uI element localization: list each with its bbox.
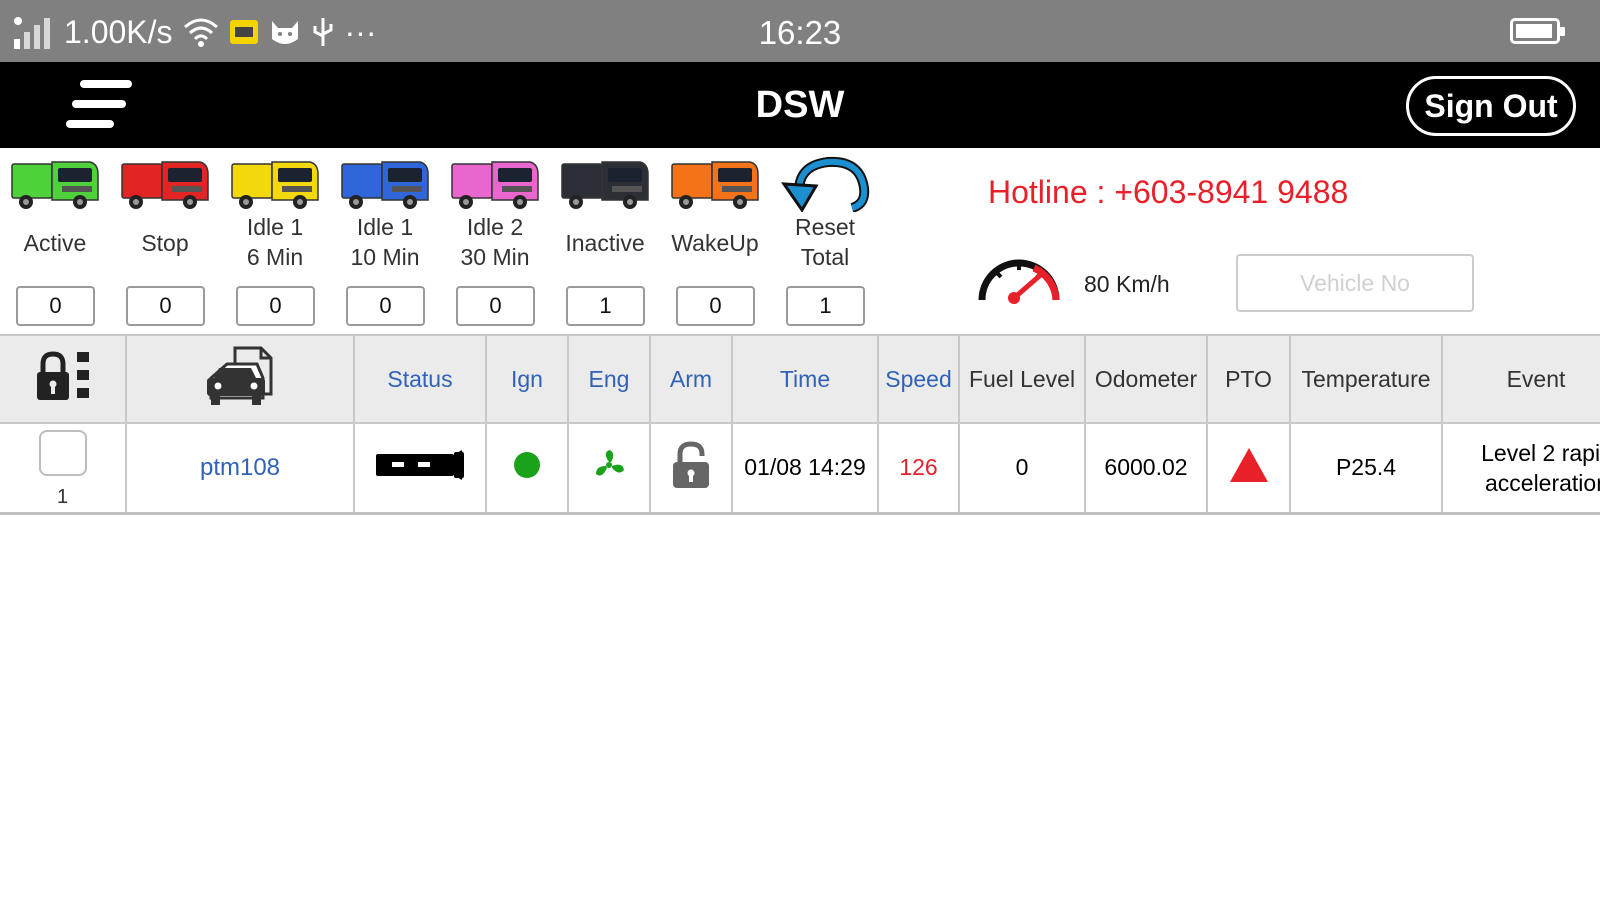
unlocked-padlock-icon xyxy=(673,441,709,488)
truck-green-icon xyxy=(11,161,99,209)
table-header-row: Status Ign Eng Arm Time Speed Fuel Level… xyxy=(0,334,1600,424)
counter-label: Active xyxy=(23,230,87,256)
select-all-header[interactable] xyxy=(0,334,127,424)
pto-column-header: PTO xyxy=(1207,334,1291,424)
speed-cell: 126 xyxy=(878,423,960,515)
ignition-on-icon xyxy=(514,451,540,478)
counter-7[interactable]: Reset Total 1 xyxy=(770,148,880,334)
status-bar: 1.00K/s ··· 16:23 xyxy=(0,0,1600,62)
counter-4[interactable]: Idle 2 30 Min 0 xyxy=(440,148,550,334)
vehicle-document-icon xyxy=(207,346,273,405)
sign-out-button[interactable]: Sign Out xyxy=(1406,76,1576,136)
counter-value: 0 xyxy=(346,286,425,326)
counter-6[interactable]: WakeUp 0 xyxy=(660,148,770,334)
counter-label: WakeUp xyxy=(671,230,759,256)
engine-column-header[interactable]: Eng xyxy=(568,334,651,424)
counter-label: Idle 1 10 Min xyxy=(350,214,420,270)
event-cell: Level 2 rapid acceleration xyxy=(1442,423,1600,515)
fuel-level-column-header: Fuel Level xyxy=(959,334,1086,424)
counter-2[interactable]: Idle 1 6 Min 0 xyxy=(220,148,330,334)
truck-blue-icon xyxy=(341,161,429,209)
odometer-cell: 6000.02 xyxy=(1085,423,1208,515)
speed-limit-text: 80 Km/h xyxy=(1084,271,1170,297)
vehicle-no-search-input[interactable] xyxy=(1236,254,1474,312)
odometer-column-header: Odometer xyxy=(1085,334,1208,424)
counter-value: 1 xyxy=(786,286,865,326)
truck-top-view-icon xyxy=(376,449,464,480)
row-number: 1 xyxy=(56,486,69,509)
counter-label: Idle 1 6 Min xyxy=(246,214,304,270)
battery-icon xyxy=(1510,18,1565,44)
counter-label: Reset Total xyxy=(794,214,856,270)
row-checkbox[interactable] xyxy=(38,430,87,477)
arm-cell xyxy=(650,423,733,515)
temperature-column-header: Temperature xyxy=(1290,334,1443,424)
vehicle-cell: ptm108 xyxy=(126,423,355,515)
counter-value: 0 xyxy=(126,286,205,326)
truck-black-icon xyxy=(561,161,649,209)
speedometer-icon xyxy=(978,259,1060,304)
truck-pink-icon xyxy=(451,161,539,209)
time-cell: 01/08 14:29 xyxy=(732,423,879,515)
ignition-column-header[interactable]: Ign xyxy=(486,334,569,424)
arm-column-header[interactable]: Arm xyxy=(650,334,733,424)
status-cell xyxy=(354,423,487,515)
hamburger-menu-icon[interactable] xyxy=(66,80,132,128)
table-row[interactable]: 1 ptm108 01/08 14:29 126 0 6000.02 P25.4… xyxy=(0,423,1600,515)
app-title: DSW xyxy=(755,84,845,126)
speed-column-header[interactable]: Speed xyxy=(878,334,960,424)
lock-list-icon xyxy=(36,351,89,400)
counter-5[interactable]: Inactive 1 xyxy=(550,148,660,334)
ignition-cell xyxy=(486,423,569,515)
reset-arrow-icon xyxy=(781,156,870,212)
counter-value: 0 xyxy=(236,286,315,326)
counter-value: 1 xyxy=(566,286,645,326)
engine-cell xyxy=(568,423,651,515)
hotline-text: Hotline : +603-8941 9488 xyxy=(988,174,1349,210)
event-column-header: Event xyxy=(1442,334,1600,424)
counter-label: Stop xyxy=(141,230,189,256)
vehicle-link[interactable]: ptm108 xyxy=(200,454,280,481)
row-select-cell: 1 xyxy=(0,423,127,515)
fuel-level-cell: 0 xyxy=(959,423,1086,515)
status-column-header[interactable]: Status xyxy=(354,334,487,424)
engine-fan-icon xyxy=(596,449,624,476)
truck-yellow-icon xyxy=(231,161,319,209)
counter-label: Idle 2 30 Min xyxy=(460,214,530,270)
app-bar: DSW Sign Out xyxy=(0,62,1600,148)
counter-value: 0 xyxy=(456,286,535,326)
counter-value: 0 xyxy=(16,286,95,326)
clock: 16:23 xyxy=(758,14,842,51)
vehicle-header[interactable] xyxy=(126,334,355,424)
truck-orange-icon xyxy=(671,161,759,209)
truck-red-icon xyxy=(121,161,209,209)
pto-cell xyxy=(1207,423,1291,515)
counter-3[interactable]: Idle 1 10 Min 0 xyxy=(330,148,440,334)
counter-label: Inactive xyxy=(565,230,645,256)
warning-triangle-icon xyxy=(1229,447,1268,482)
vehicle-table: Status Ign Eng Arm Time Speed Fuel Level… xyxy=(0,334,1600,515)
time-column-header[interactable]: Time xyxy=(732,334,879,424)
counter-1[interactable]: Stop 0 xyxy=(110,148,220,334)
temperature-cell: P25.4 xyxy=(1290,423,1443,515)
counter-0[interactable]: Active 0 xyxy=(0,148,110,334)
counter-value: 0 xyxy=(676,286,755,326)
